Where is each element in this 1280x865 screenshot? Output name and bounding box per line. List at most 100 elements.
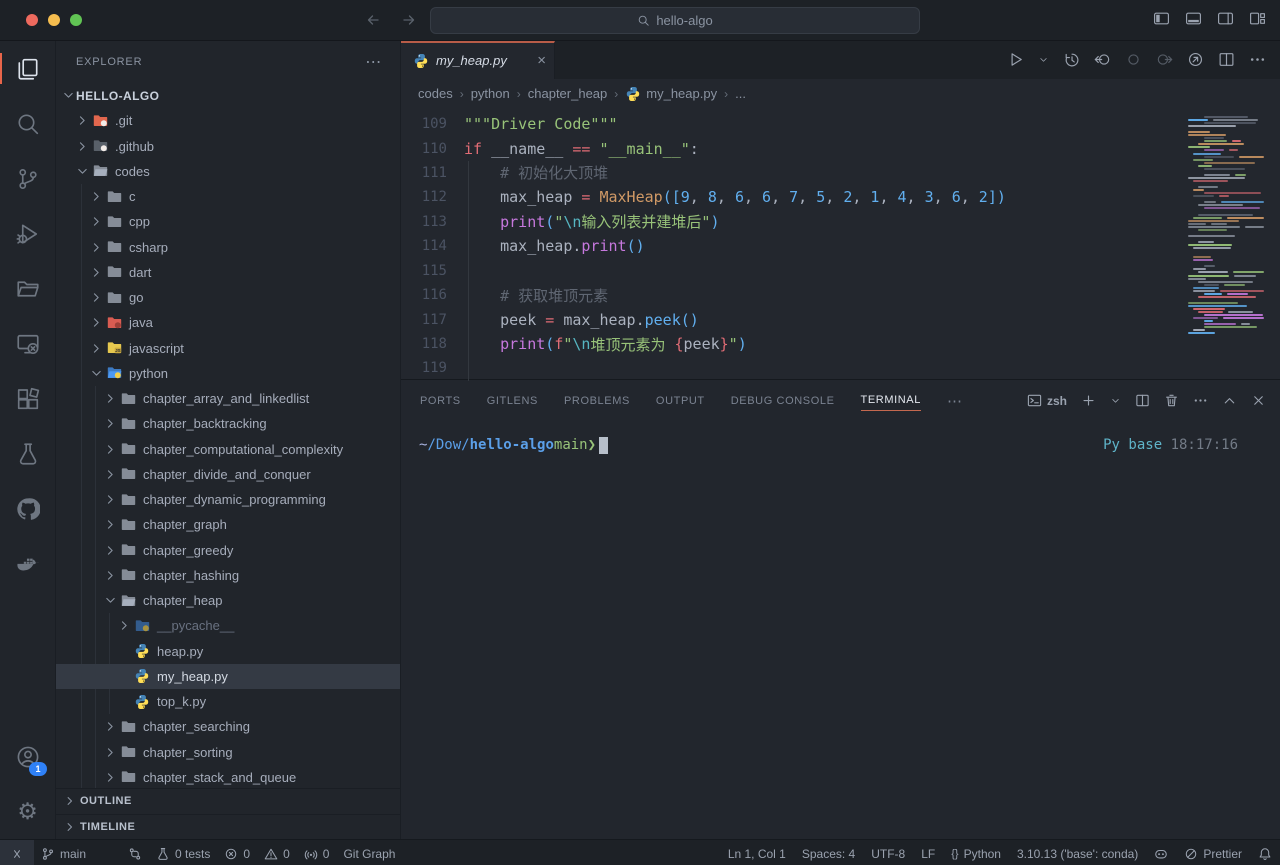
breadcrumb-item-chapter-heap[interactable]: chapter_heap xyxy=(528,86,608,101)
tree-item-chapter-divide-and-conquer[interactable]: chapter_divide_and_conquer xyxy=(56,462,400,487)
status-warnings[interactable]: 0 xyxy=(257,840,297,865)
tree-item--github[interactable]: .github xyxy=(56,133,400,158)
activity-run-and-debug[interactable] xyxy=(0,206,55,261)
tree-item-chapter-heap[interactable]: chapter_heap xyxy=(56,588,400,613)
status-notifications[interactable] xyxy=(1250,840,1280,865)
tree-item-chapter-array-and-linkedlist[interactable]: chapter_array_and_linkedlist xyxy=(56,386,400,411)
status-indentation[interactable]: Spaces: 4 xyxy=(794,840,863,865)
panel-tab-gitlens[interactable]: GITLENS xyxy=(487,391,538,411)
panel-tab-debug-console[interactable]: DEBUG CONSOLE xyxy=(731,391,835,411)
breadcrumb-item-my-heap-py[interactable]: my_heap.py xyxy=(625,86,717,102)
kill-terminal-icon[interactable] xyxy=(1164,393,1179,408)
tree-item-chapter-backtracking[interactable]: chapter_backtracking xyxy=(56,411,400,436)
tree-item-dart[interactable]: dart xyxy=(56,260,400,285)
tree-item-java[interactable]: java xyxy=(56,310,400,335)
status-git-branch[interactable]: main xyxy=(34,840,93,865)
explorer-more-actions-icon[interactable]: ⋯ xyxy=(365,52,382,72)
open-changes-icon[interactable] xyxy=(1187,51,1204,68)
toggle-panel-icon[interactable] xyxy=(1185,10,1202,27)
active-terminal[interactable]: zsh xyxy=(1027,393,1067,408)
status-errors[interactable]: 0 xyxy=(217,840,257,865)
run-dropdown-icon[interactable] xyxy=(1038,54,1049,65)
tree-item-chapter-greedy[interactable]: chapter_greedy xyxy=(56,537,400,562)
panel-more-icon[interactable] xyxy=(1193,393,1208,408)
minimize-button[interactable] xyxy=(48,14,60,26)
change-indicator-icon[interactable] xyxy=(1125,51,1142,68)
status-test-status[interactable]: 0 tests xyxy=(149,840,217,865)
tree-item--git[interactable]: .git xyxy=(56,108,400,133)
toggle-primary-sidebar-icon[interactable] xyxy=(1153,10,1170,27)
breadcrumb-item--[interactable]: ... xyxy=(735,86,746,101)
tree-item-top-k-py[interactable]: top_k.py xyxy=(56,689,400,714)
activity-project-folder[interactable] xyxy=(0,261,55,316)
back-button[interactable] xyxy=(360,7,386,33)
zoom-button[interactable] xyxy=(70,14,82,26)
customize-layout-icon[interactable] xyxy=(1249,10,1266,27)
tree-item-heap-py[interactable]: heap.py xyxy=(56,638,400,663)
status-git-compare[interactable] xyxy=(121,840,149,865)
file-history-icon[interactable] xyxy=(1063,51,1080,68)
activity-testing[interactable] xyxy=(0,426,55,481)
status-prettier[interactable]: Prettier xyxy=(1176,840,1250,865)
panel-tab-output[interactable]: OUTPUT xyxy=(656,391,705,411)
tree-item-hello-algo[interactable]: HELLO-ALGO xyxy=(56,83,400,108)
tree-item-chapter-hashing[interactable]: chapter_hashing xyxy=(56,563,400,588)
split-terminal-icon[interactable] xyxy=(1135,393,1150,408)
code-editor[interactable]: 109"""Driver Code"""110if __name__ == "_… xyxy=(401,109,1280,379)
launch-profile-dropdown-icon[interactable] xyxy=(1110,395,1121,406)
maximize-panel-icon[interactable] xyxy=(1222,393,1237,408)
status-copilot[interactable] xyxy=(1146,840,1176,865)
activity-remote-explorer[interactable] xyxy=(0,316,55,371)
split-editor-icon[interactable] xyxy=(1218,51,1235,68)
activity-search[interactable] xyxy=(0,96,55,151)
activity-extensions[interactable] xyxy=(0,371,55,426)
run-python-file-icon[interactable] xyxy=(1007,51,1024,68)
forward-button[interactable] xyxy=(396,7,422,33)
tree-item-chapter-sorting[interactable]: chapter_sorting xyxy=(56,739,400,764)
activity-settings[interactable]: ⚙ xyxy=(0,784,55,839)
previous-change-icon[interactable] xyxy=(1094,51,1111,68)
tree-item-cpp[interactable]: cpp xyxy=(56,209,400,234)
tree-item-codes[interactable]: codes xyxy=(56,159,400,184)
next-change-icon[interactable] xyxy=(1156,51,1173,68)
tab-my-heap-py[interactable]: my_heap.py × xyxy=(401,41,555,79)
status-eol[interactable]: LF xyxy=(913,840,943,865)
status-language-mode[interactable]: {}Python xyxy=(943,840,1009,865)
activity-source-control[interactable] xyxy=(0,151,55,206)
panel-tab-ports[interactable]: PORTS xyxy=(420,391,461,411)
status-remote-indicator[interactable] xyxy=(0,840,34,865)
activity-accounts[interactable]: 1 xyxy=(0,729,55,784)
breadcrumb-item-codes[interactable]: codes xyxy=(418,86,453,101)
section-timeline[interactable]: TIMELINE xyxy=(56,814,400,840)
activity-docker[interactable] xyxy=(0,536,55,591)
tree-item-python[interactable]: python xyxy=(56,361,400,386)
status-sync-changes[interactable]: undefined xyxy=(93,840,121,865)
status-git-graph[interactable]: Git Graph xyxy=(336,840,402,865)
activity-github[interactable] xyxy=(0,481,55,536)
panel-tabs-more-icon[interactable]: ⋯ xyxy=(947,388,962,414)
tab-close-icon[interactable]: × xyxy=(537,52,546,69)
tree-item-chapter-stack-and-queue[interactable]: chapter_stack_and_queue xyxy=(56,765,400,788)
toggle-secondary-sidebar-icon[interactable] xyxy=(1217,10,1234,27)
status-python-interpreter[interactable]: 3.10.13 ('base': conda) xyxy=(1009,840,1146,865)
minimap[interactable] xyxy=(1188,113,1266,337)
status-ports[interactable]: 0 xyxy=(297,840,337,865)
tree-item-csharp[interactable]: csharp xyxy=(56,234,400,259)
terminal[interactable]: ~/Dow/hello-algo main ❯ Py base 18:17:16 xyxy=(401,422,1280,839)
tree-item-go[interactable]: go xyxy=(56,285,400,310)
section-outline[interactable]: OUTLINE xyxy=(56,788,400,814)
tree-item-javascript[interactable]: JSjavascript xyxy=(56,335,400,360)
tree-item-chapter-searching[interactable]: chapter_searching xyxy=(56,714,400,739)
breadcrumb-item-python[interactable]: python xyxy=(471,86,510,101)
close-button[interactable] xyxy=(26,14,38,26)
tree-item-my-heap-py[interactable]: my_heap.py xyxy=(56,664,400,689)
status-encoding[interactable]: UTF-8 xyxy=(863,840,913,865)
more-actions-icon[interactable] xyxy=(1249,51,1266,68)
tree-item-chapter-dynamic-programming[interactable]: chapter_dynamic_programming xyxy=(56,487,400,512)
status-cursor-position[interactable]: Ln 1, Col 1 xyxy=(720,840,794,865)
panel-tab-terminal[interactable]: TERMINAL xyxy=(861,390,921,411)
close-panel-icon[interactable] xyxy=(1251,393,1266,408)
tree-item--pycache-[interactable]: __pycache__ xyxy=(56,613,400,638)
activity-explorer[interactable] xyxy=(0,41,55,96)
tree-item-chapter-graph[interactable]: chapter_graph xyxy=(56,512,400,537)
